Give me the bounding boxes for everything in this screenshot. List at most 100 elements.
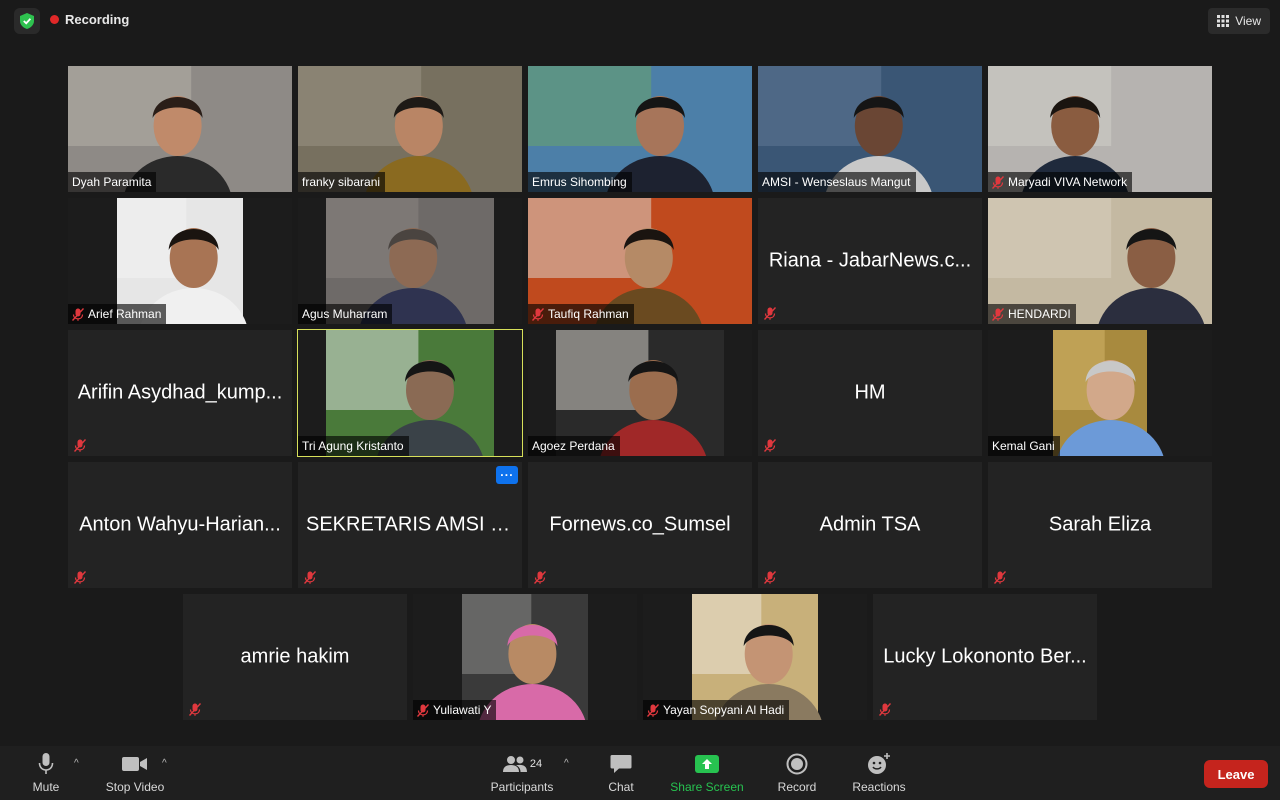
view-button[interactable]: View [1208,8,1270,34]
participant-name: Sarah Eliza [1048,513,1152,536]
participant-tile-lucky[interactable]: Lucky Lokononto Ber... [873,594,1097,720]
participant-name: Maryadi VIVA Network [1008,175,1128,189]
participant-nameplate: Kemal Gani [988,436,1060,456]
mute-button[interactable]: Mute [22,746,70,800]
mic-muted-icon [187,702,203,716]
participant-nameplate: Agoez Perdana [528,436,620,456]
video-camera-icon [122,752,148,776]
participants-icon: 24 [502,752,542,776]
mic-muted-icon [877,702,893,716]
participant-tile-kemal[interactable]: Kemal Gani [988,330,1212,456]
participant-tile-emrus[interactable]: Emrus Sihombing [528,66,752,192]
participant-nameplate: Yuliawati Y [413,700,497,720]
participant-nameplate: HENDARDI [988,304,1076,324]
view-label: View [1235,14,1261,28]
more-options-button[interactable]: ··· [496,466,518,484]
participant-name: Arifin Asydhad_kump... [77,381,283,404]
participant-tile-maryadi[interactable]: Maryadi VIVA Network [988,66,1212,192]
video-options-chevron-icon[interactable]: ^ [162,758,167,769]
participant-nameplate: Taufiq Rahman [528,304,634,324]
participants-count: 24 [529,758,543,770]
participants-label: Participants [490,780,554,794]
participant-tile-yuliawati[interactable]: Yuliawati Y [413,594,637,720]
participant-name: Anton Wahyu-Harian... [79,513,281,536]
participant-name: Fornews.co_Sumsel [549,513,731,536]
mic-muted-icon [647,703,659,717]
participant-name: amrie hakim [240,645,350,668]
mic-muted-icon [992,307,1004,321]
mic-muted-icon [762,306,778,320]
participants-button[interactable]: 24 Participants [484,746,560,800]
participant-tile-taufiq[interactable]: Taufiq Rahman [528,198,752,324]
participant-tile-yayan[interactable]: Yayan Sopyani Al Hadi [643,594,867,720]
participant-nameplate: Dyah Paramita [68,172,157,192]
recording-dot-icon [50,15,59,24]
participant-name: Arief Rahman [88,307,162,321]
participant-name: Agoez Perdana [532,439,615,453]
participant-tile-agoez[interactable]: Agoez Perdana [528,330,752,456]
participant-tile-dyah[interactable]: Dyah Paramita [68,66,292,192]
record-button[interactable]: Record [774,746,820,800]
mic-muted-icon [532,307,544,321]
mic-muted-icon [72,570,88,584]
participant-nameplate: Arief Rahman [68,304,167,324]
participant-tile-amsi[interactable]: AMSI - Wenseslaus Mangut [758,66,982,192]
mic-muted-icon [302,570,318,584]
participant-tile-arifin[interactable]: Arifin Asydhad_kump... [68,330,292,456]
participant-tile-anton[interactable]: Anton Wahyu-Harian... [68,462,292,588]
stop-video-button[interactable]: Stop Video [100,746,170,800]
participant-tile-hendardi[interactable]: HENDARDI [988,198,1212,324]
chat-bubble-icon [610,752,632,776]
participant-name: franky sibarani [302,175,381,189]
reactions-label: Reactions [852,780,906,794]
mic-muted-icon [532,570,548,584]
participant-name: HM [854,381,886,404]
mic-muted-icon [992,175,1004,189]
participant-name: Yuliawati Y [433,703,492,717]
participant-nameplate: Maryadi VIVA Network [988,172,1133,192]
participant-nameplate: Agus Muharram [298,304,393,324]
participant-tile-amrie[interactable]: amrie hakim [183,594,407,720]
participant-tile-riana[interactable]: Riana - JabarNews.c... [758,198,982,324]
participant-tile-fornews[interactable]: Fornews.co_Sumsel [528,462,752,588]
participant-tile-hm[interactable]: HM [758,330,982,456]
mic-muted-icon [992,570,1008,584]
audio-options-chevron-icon[interactable]: ^ [74,758,79,769]
record-label: Record [777,780,817,794]
participant-nameplate: Tri Agung Kristanto [298,436,409,456]
stop-video-label: Stop Video [105,780,165,794]
share-screen-label: Share Screen [670,780,744,794]
participant-name: HENDARDI [1008,307,1071,321]
participant-name: SEKRETARIS AMSI K... [306,513,514,536]
participant-name: Emrus Sihombing [532,175,627,189]
mic-muted-icon [72,307,84,321]
chat-button[interactable]: Chat [600,746,642,800]
participant-nameplate: Yayan Sopyani Al Hadi [643,700,790,720]
leave-button[interactable]: Leave [1204,760,1268,788]
participant-tile-sarah[interactable]: Sarah Eliza [988,462,1212,588]
participant-name: AMSI - Wenseslaus Mangut [762,175,911,189]
participant-name: Dyah Paramita [72,175,152,189]
participant-tile-arief[interactable]: Arief Rahman [68,198,292,324]
reactions-button[interactable]: Reactions [848,746,910,800]
participant-tile-admin[interactable]: Admin TSA [758,462,982,588]
meeting-toolbar: Mute ^ Stop Video ^ 24 Participants ^ Ch… [0,746,1280,800]
security-shield-icon[interactable] [14,8,40,34]
participant-name: Riana - JabarNews.c... [768,249,972,272]
mic-muted-icon [417,703,429,717]
participant-tile-sekretaris[interactable]: SEKRETARIS AMSI K... ··· [298,462,522,588]
recording-indicator[interactable]: Recording [50,12,129,27]
participant-tile-tri[interactable]: Tri Agung Kristanto [297,329,523,457]
share-screen-icon [695,752,719,776]
top-bar: Recording View [0,0,1280,42]
mic-muted-icon [72,438,88,452]
mic-muted-icon [762,570,778,584]
participant-name: Agus Muharram [302,307,388,321]
participant-tile-agus[interactable]: Agus Muharram [298,198,522,324]
participant-tile-franky[interactable]: franky sibarani [298,66,522,192]
participant-nameplate: Emrus Sihombing [528,172,632,192]
participants-options-chevron-icon[interactable]: ^ [564,758,569,769]
participant-name: Lucky Lokononto Ber... [883,645,1087,668]
participant-nameplate: AMSI - Wenseslaus Mangut [758,172,916,192]
share-screen-button[interactable]: Share Screen [666,746,748,800]
